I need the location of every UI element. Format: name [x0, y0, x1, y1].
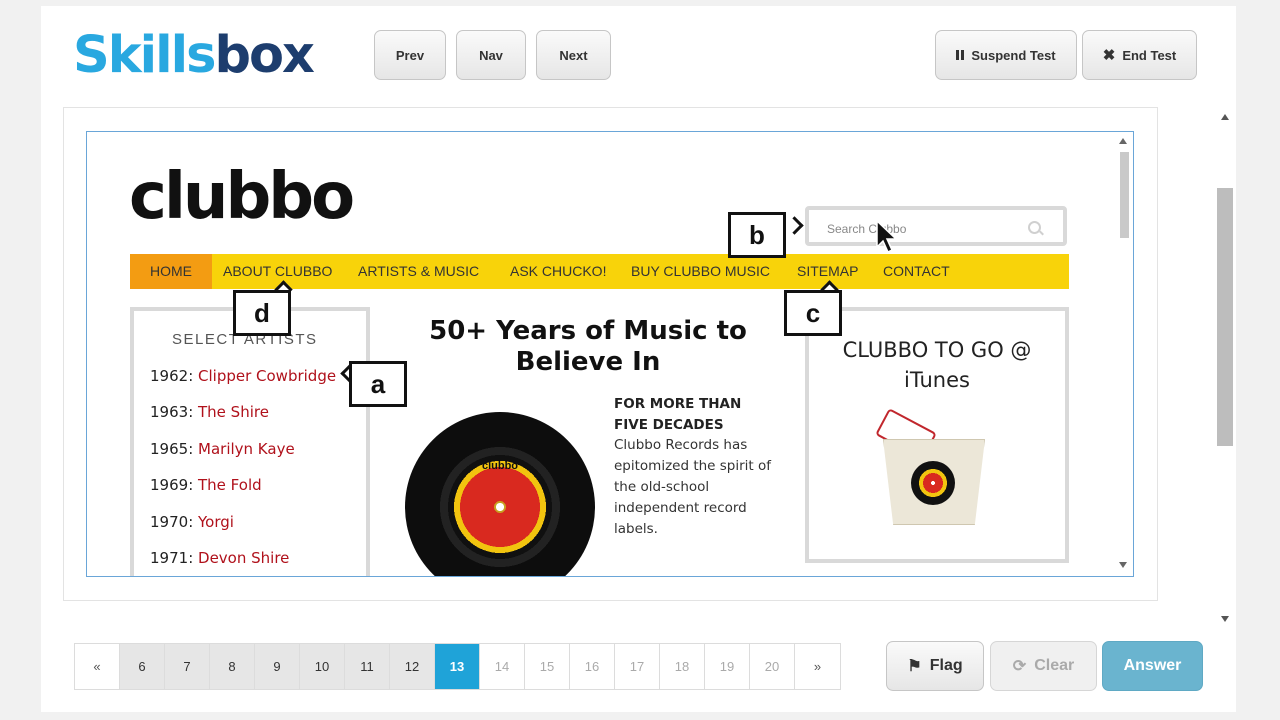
artist-name: Clipper Cowbridge [198, 367, 337, 385]
clear-button[interactable]: ⟳ Clear [990, 641, 1097, 691]
next-label: Next [559, 47, 588, 63]
search-icon [1028, 221, 1041, 234]
artist-name: Devon Shire [198, 549, 290, 567]
pager-page[interactable]: 16 [570, 644, 615, 689]
pager-page[interactable]: 15 [525, 644, 570, 689]
artist-link[interactable]: 1969: The Fold [150, 476, 262, 494]
artist-sidebar: SELECT ARTISTS 1962: Clipper Cowbridge 1… [130, 307, 370, 576]
nav-item-home[interactable]: HOME [130, 254, 212, 289]
intro-text: Clubbo Records has epitomized the spirit… [614, 437, 772, 537]
end-label: End Test [1122, 47, 1177, 63]
clubbo-logo: clubbo [129, 160, 355, 234]
pager-page[interactable]: 14 [480, 644, 525, 689]
nav-label: Nav [479, 47, 503, 63]
artist-year: 1963 [150, 403, 189, 421]
pager-page[interactable]: 6 [120, 644, 165, 689]
pager-page[interactable]: 12 [390, 644, 435, 689]
callout-b: b [728, 212, 786, 258]
record-label-text: clubbo [481, 460, 519, 472]
suspend-label: Suspend Test [971, 47, 1056, 63]
prev-button[interactable]: Prev [374, 30, 446, 80]
page-scroll-thumb[interactable] [1217, 188, 1233, 446]
next-button[interactable]: Next [536, 30, 611, 80]
artist-name: Yorgi [198, 513, 234, 531]
frame-scrollbar[interactable] [1115, 136, 1131, 572]
logo-text-skills: Skills [73, 26, 216, 85]
answer-label: Answer [1123, 657, 1182, 674]
page-scroll-down-icon[interactable] [1221, 616, 1229, 622]
pager-page[interactable]: 20 [750, 644, 795, 689]
question-pager: « 6 7 8 9 10 11 12 13 14 15 16 17 18 19 … [74, 643, 841, 690]
site-headline: 50+ Years of Music to Believe In [429, 316, 747, 377]
itunes-title: CLUBBO TO GO @ iTunes [842, 338, 1032, 392]
clear-label: Clear [1034, 657, 1075, 674]
artist-name: The Fold [198, 476, 262, 494]
flag-button[interactable]: ⚑ Flag [886, 641, 984, 691]
flag-label: Flag [929, 657, 963, 674]
scroll-down-arrow-icon[interactable] [1119, 562, 1127, 568]
takeout-box-image [873, 408, 993, 525]
nav-item-about[interactable]: ABOUT CLUBBO [223, 254, 332, 289]
artist-year: 1965 [150, 440, 189, 458]
refresh-icon: ⟳ [1012, 658, 1027, 675]
artist-year: 1969 [150, 476, 189, 494]
flag-icon: ⚑ [907, 658, 922, 675]
pager-page[interactable]: 18 [660, 644, 705, 689]
page-scroll-up-icon[interactable] [1221, 114, 1229, 120]
logo-text-box: box [214, 26, 314, 85]
artist-link[interactable]: 1970: Yorgi [150, 513, 234, 531]
artist-link[interactable]: 1965: Marilyn Kaye [150, 440, 295, 458]
frame-scroll-thumb[interactable] [1120, 152, 1129, 238]
pager-page-current[interactable]: 13 [435, 644, 480, 689]
site-search-box[interactable]: Search Clubbo [805, 206, 1067, 246]
artist-year: 1962 [150, 367, 189, 385]
artist-link[interactable]: 1962: Clipper Cowbridge [150, 367, 336, 385]
pager-page[interactable]: 17 [615, 644, 660, 689]
answer-button[interactable]: Answer [1102, 641, 1203, 691]
artist-year: 1970 [150, 513, 189, 531]
skillsbox-logo: Skillsbox [73, 30, 353, 82]
website-screenshot: clubbo Search Clubbo HOME ABOUT CLUBBO A… [86, 131, 1134, 577]
pager-page[interactable]: 7 [165, 644, 210, 689]
vinyl-record-image: clubbo [405, 412, 595, 576]
pager-page[interactable]: 11 [345, 644, 390, 689]
pager-last-button[interactable]: » [795, 644, 840, 689]
prev-label: Prev [395, 47, 425, 63]
suspend-test-button[interactable]: Suspend Test [935, 30, 1077, 80]
end-test-button[interactable]: ✖ End Test [1082, 30, 1197, 80]
site-nav-bar: HOME ABOUT CLUBBO ARTISTS & MUSIC ASK CH… [130, 254, 1069, 289]
intro-heading: FOR MORE THAN FIVE DECADES [614, 394, 764, 436]
callout-d: d [233, 290, 291, 336]
artist-name: The Shire [198, 403, 269, 421]
pager-page[interactable]: 19 [705, 644, 750, 689]
nav-button[interactable]: Nav [456, 30, 526, 80]
close-icon: ✖ [1102, 47, 1116, 64]
pager-page[interactable]: 10 [300, 644, 345, 689]
page-scrollbar[interactable] [1216, 110, 1234, 626]
nav-item-ask-chucko[interactable]: ASK CHUCKO! [510, 254, 606, 289]
pause-icon [956, 50, 965, 60]
record-disc-image [911, 461, 955, 505]
intro-heading-text: FOR MORE THAN FIVE DECADES [614, 396, 742, 433]
nav-item-artists[interactable]: ARTISTS & MUSIC [358, 254, 479, 289]
artist-link[interactable]: 1963: The Shire [150, 403, 269, 421]
artist-name: Marilyn Kaye [198, 440, 295, 458]
pager-page[interactable]: 9 [255, 644, 300, 689]
artist-year: 1971 [150, 549, 189, 567]
scroll-up-arrow-icon[interactable] [1119, 138, 1127, 144]
artist-link[interactable]: 1971: Devon Shire [150, 549, 289, 567]
callout-a: a [349, 361, 407, 407]
pager-first-button[interactable]: « [75, 644, 120, 689]
nav-item-buy-music[interactable]: BUY CLUBBO MUSIC [631, 254, 770, 289]
itunes-promo-box[interactable]: CLUBBO TO GO @ iTunes [805, 307, 1069, 563]
callout-c: c [784, 290, 842, 336]
pager-page[interactable]: 8 [210, 644, 255, 689]
nav-item-contact[interactable]: CONTACT [883, 254, 950, 289]
